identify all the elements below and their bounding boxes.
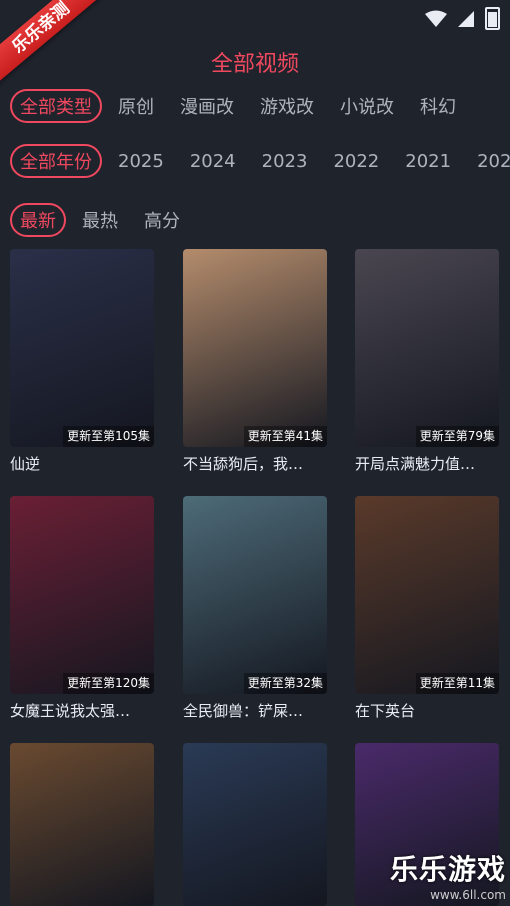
year-filter-row: 全部年份 2025 2024 2023 2022 2021 202 [10,144,510,178]
video-poster [183,743,327,906]
video-card[interactable]: 更新至第120集 女魔王说我太强… [10,496,154,721]
episode-badge: 更新至第105集 [63,426,154,447]
video-poster: 更新至第120集 [10,496,154,694]
episode-badge: 更新至第41集 [243,426,327,447]
wifi-icon [425,10,447,27]
episode-badge: 更新至第79集 [415,426,499,447]
watermark-url: www.6ll.com [430,888,506,902]
video-title: 开局点满魅力值… [355,455,476,473]
poster-art [355,249,499,447]
poster-art [183,743,327,906]
page-title: 全部视频 [210,52,299,77]
poster-art [183,249,327,447]
video-card[interactable] [10,743,154,906]
video-poster: 更新至第11集 [355,496,499,694]
episode-badge: 更新至第11集 [415,673,499,694]
video-title: 全民御兽：铲屎… [183,702,304,720]
type-filter-row: 全部类型 原创 漫画改 游戏改 小说改 科幻 [10,89,510,123]
signal-icon [458,10,474,27]
site-watermark: 乐乐游戏 www.6ll.com [390,848,506,902]
sort-filter-row: 最新 最热 高分 [10,203,510,237]
video-card[interactable]: 更新至第11集 在下英台 [355,496,499,721]
filter-year-2025[interactable]: 2025 [118,151,164,172]
watermark-name: 乐乐游戏 [389,853,506,886]
filter-type-all[interactable]: 全部类型 [10,89,102,123]
sort-latest[interactable]: 最新 [10,203,66,237]
video-title: 在下英台 [355,702,416,720]
video-title: 不当舔狗后，我… [183,455,304,473]
filter-year-more[interactable]: 202 [477,151,510,172]
filter-type-scifi[interactable]: 科幻 [420,93,456,119]
video-title: 女魔王说我太强… [10,702,131,720]
poster-art [183,496,327,694]
filter-year-2022[interactable]: 2022 [333,151,379,172]
video-card[interactable]: 更新至第79集 开局点满魅力值… [355,249,499,474]
filter-type-comic[interactable]: 漫画改 [180,93,234,119]
filter-year-2021[interactable]: 2021 [405,151,451,172]
sort-top-rated[interactable]: 高分 [144,207,180,233]
poster-art [355,496,499,694]
video-poster: 更新至第79集 [355,249,499,447]
video-title: 仙逆 [10,455,41,473]
filter-type-original[interactable]: 原创 [118,93,154,119]
episode-badge: 更新至第120集 [63,673,154,694]
status-icons [425,7,500,30]
video-card[interactable]: 更新至第32集 全民御兽：铲屎… [183,496,327,721]
filter-type-novel[interactable]: 小说改 [340,93,394,119]
filter-type-game[interactable]: 游戏改 [260,93,314,119]
video-card[interactable]: 更新至第105集 仙逆 [10,249,154,474]
poster-art [10,249,154,447]
video-poster: 更新至第41集 [183,249,327,447]
episode-badge: 更新至第32集 [243,673,327,694]
video-card[interactable] [183,743,327,906]
video-poster: 更新至第105集 [10,249,154,447]
video-poster [10,743,154,906]
filter-year-2023[interactable]: 2023 [262,151,308,172]
poster-art [10,496,154,694]
battery-icon [485,7,500,30]
filter-year-all[interactable]: 全部年份 [10,144,102,178]
video-card[interactable]: 更新至第41集 不当舔狗后，我… [183,249,327,474]
video-poster: 更新至第32集 [183,496,327,694]
sort-hottest[interactable]: 最热 [82,207,118,233]
filter-year-2024[interactable]: 2024 [190,151,236,172]
poster-art [10,743,154,906]
